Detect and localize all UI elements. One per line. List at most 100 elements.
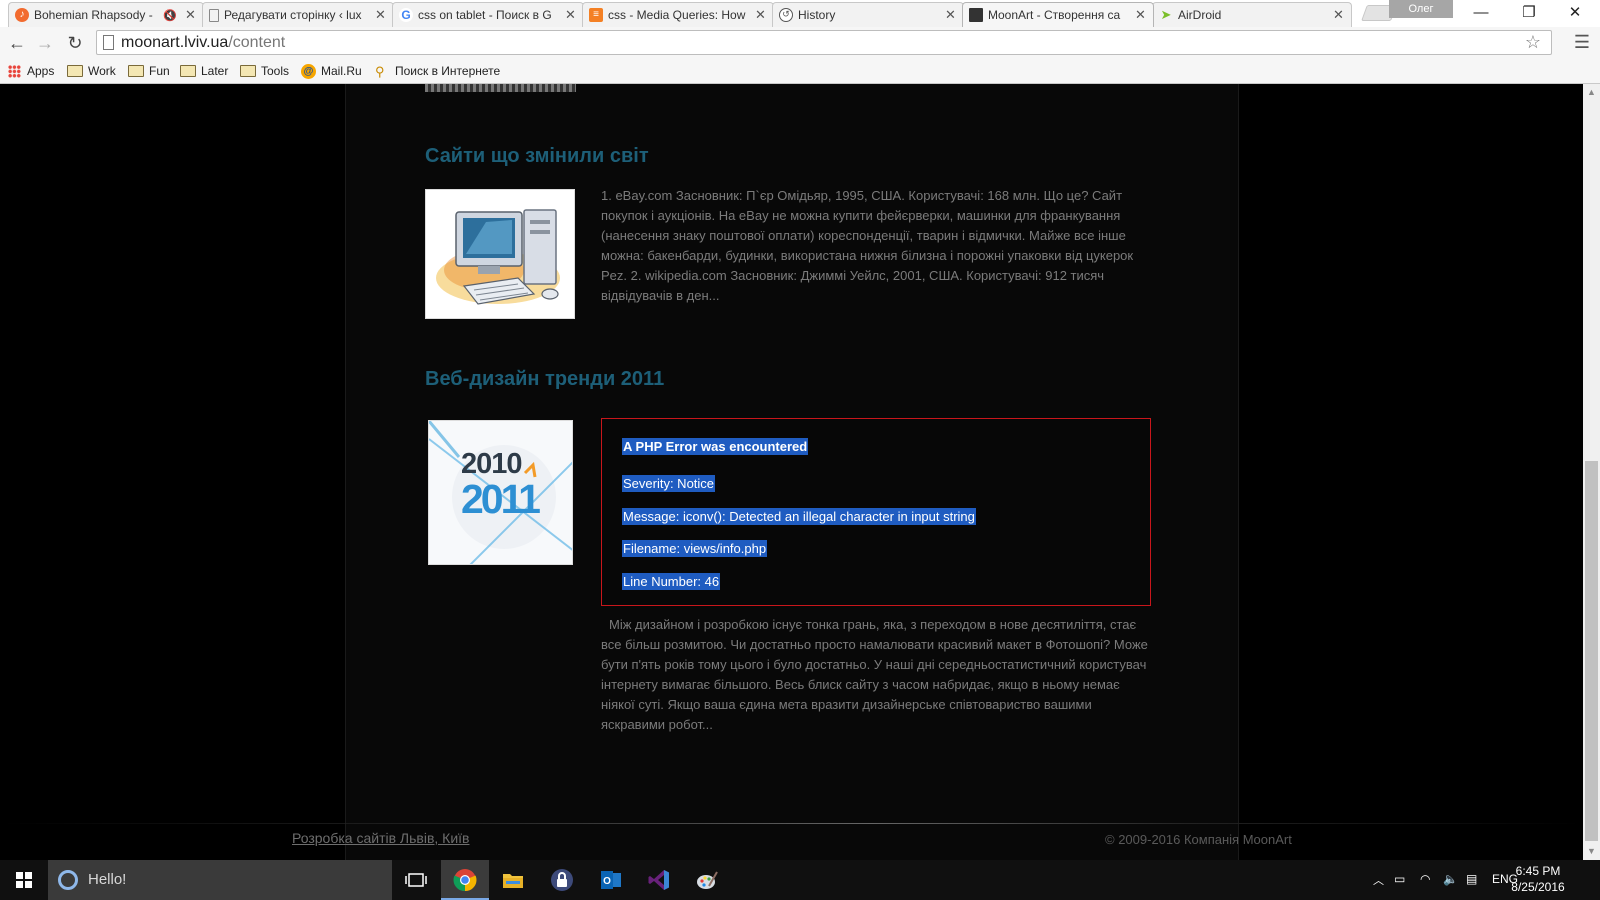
taskbar-file-explorer[interactable] xyxy=(489,860,537,900)
php-error-filename: Filename: views/info.php xyxy=(622,540,768,557)
bookmark-work[interactable]: Work xyxy=(67,61,116,81)
restore-icon[interactable]: ❐ xyxy=(1506,0,1552,26)
article-title[interactable]: Веб-дизайн тренди 2011 xyxy=(425,368,664,391)
tab-google-search[interactable]: G css on tablet - Поиск в G ✕ xyxy=(392,2,584,27)
browser-toolbar: ← → ↻ moonart.lviv.ua/content ☆ ☰ xyxy=(0,27,1600,58)
close-icon[interactable]: ✕ xyxy=(755,7,767,23)
bookmark-later[interactable]: Later xyxy=(180,61,228,81)
taskbar-paint-app[interactable] xyxy=(683,860,731,900)
previous-article-image[interactable] xyxy=(425,84,576,92)
footer-link-web-development[interactable]: Розробка сайтів Львів, Київ xyxy=(292,830,469,846)
article-title[interactable]: Сайти що змінили світ xyxy=(425,145,649,168)
system-clock[interactable]: 6:45 PM 8/25/2016 xyxy=(1508,863,1568,895)
scrollbar-thumb[interactable] xyxy=(1585,461,1598,841)
clock-date: 8/25/2016 xyxy=(1511,880,1565,894)
google-icon: G xyxy=(399,8,413,22)
bookmark-fun[interactable]: Fun xyxy=(128,61,170,81)
url-path: /content xyxy=(228,34,286,51)
php-error-line-number: Line Number: 46 xyxy=(622,573,721,590)
folder-icon xyxy=(503,874,523,888)
muted-speaker-icon[interactable]: 🔇 xyxy=(163,9,177,22)
tab-history[interactable]: ↺ History ✕ xyxy=(772,2,964,27)
show-hidden-icons[interactable]: ︿ xyxy=(1373,872,1384,888)
cortana-search-box[interactable]: Hello! xyxy=(48,860,392,900)
minimize-icon[interactable]: — xyxy=(1458,0,1504,26)
music-icon: ♪ xyxy=(15,8,29,22)
cortana-icon xyxy=(58,870,78,890)
bookmark-tools[interactable]: Tools xyxy=(240,61,289,81)
bookmark-label: Later xyxy=(201,64,229,78)
close-icon[interactable]: ✕ xyxy=(375,7,387,23)
start-button[interactable] xyxy=(0,860,48,900)
wifi-icon[interactable]: ◠ xyxy=(1420,872,1430,886)
bookmark-label: Fun xyxy=(149,64,170,78)
bookmark-label: Work xyxy=(88,64,116,78)
device-icon[interactable]: ▭ xyxy=(1394,872,1405,886)
action-center-icon[interactable]: ▤ xyxy=(1466,872,1477,886)
page-info-icon[interactable] xyxy=(103,35,114,50)
task-view-button[interactable] xyxy=(392,860,440,900)
tab-bohemian-rhapsody[interactable]: ♪ Bohemian Rhapsody - 🔇 ✕ xyxy=(8,2,204,27)
tab-title: css - Media Queries: How xyxy=(608,8,746,22)
stackoverflow-icon: ≡ xyxy=(589,8,603,22)
windows-logo-icon xyxy=(16,872,32,888)
close-window-icon[interactable]: ✕ xyxy=(1552,0,1598,26)
moonart-icon xyxy=(969,8,983,22)
taskbar-visual-studio[interactable] xyxy=(635,860,683,900)
bookmark-label: Apps xyxy=(27,64,55,78)
close-icon[interactable]: ✕ xyxy=(565,7,577,23)
apps-grid-icon xyxy=(8,64,21,78)
page-viewport: Сайти що змінили світ 1. eBay.com Заснов… xyxy=(0,84,1583,860)
tab-title: AirDroid xyxy=(1178,8,1222,22)
article-excerpt: 1. eBay.com Засновник: П`єр Омідьяр, 199… xyxy=(601,188,1134,303)
outlook-icon: O xyxy=(601,871,621,889)
back-icon[interactable]: ← xyxy=(4,30,30,56)
profile-button[interactable]: Олег xyxy=(1389,0,1453,18)
bookmark-label: Mail.Ru xyxy=(321,64,362,78)
php-error-box: A PHP Error was encountered Severity: No… xyxy=(601,418,1151,606)
clock-time: 6:45 PM xyxy=(1515,864,1561,878)
bookmark-apps[interactable]: Apps xyxy=(8,61,54,81)
close-icon[interactable]: ✕ xyxy=(1333,7,1345,23)
bookmark-label: Tools xyxy=(261,64,290,78)
tab-moonart[interactable]: MoonArt - Створення са ✕ xyxy=(962,2,1154,27)
cortana-search-text: Hello! xyxy=(88,871,127,888)
close-icon[interactable]: ✕ xyxy=(185,7,197,23)
bookmark-star-icon[interactable]: ☆ xyxy=(1525,32,1541,53)
tab-edit-page[interactable]: Редагувати сторінку ‹ lux ✕ xyxy=(202,2,394,27)
taskbar-outlook[interactable]: O xyxy=(587,860,635,900)
article-thumbnail-computer[interactable] xyxy=(425,189,575,319)
php-error-severity: Severity: Notice xyxy=(622,475,716,492)
visual-studio-icon xyxy=(648,870,669,890)
php-error-heading: A PHP Error was encountered xyxy=(622,438,809,455)
page-scrollbar[interactable]: ▲ ▼ xyxy=(1583,84,1600,860)
forward-icon[interactable]: → xyxy=(32,30,58,56)
mailru-icon: @ xyxy=(301,63,316,79)
url-host: moonart.lviv.ua xyxy=(121,34,229,51)
folder-icon xyxy=(67,65,83,77)
scroll-down-icon[interactable]: ▼ xyxy=(1583,843,1600,860)
task-view-icon xyxy=(405,873,427,887)
tab-title: css on tablet - Поиск в G xyxy=(418,8,552,22)
reload-icon[interactable]: ↻ xyxy=(62,30,88,56)
tab-stackoverflow[interactable]: ≡ css - Media Queries: How ✕ xyxy=(582,2,774,27)
taskbar-chrome[interactable] xyxy=(441,860,489,900)
scroll-up-icon[interactable]: ▲ xyxy=(1583,84,1600,101)
tab-title: History xyxy=(798,8,836,22)
tab-airdroid[interactable]: ➤ AirDroid ✕ xyxy=(1152,2,1352,27)
taskbar-vpn-app[interactable] xyxy=(538,860,586,900)
airdroid-icon: ➤ xyxy=(1160,7,1172,22)
php-error-message: Message: iconv(): Detected an illegal ch… xyxy=(622,508,976,525)
speaker-muted-icon[interactable]: 🔈 xyxy=(1443,872,1458,886)
chrome-icon xyxy=(453,869,477,892)
folder-icon xyxy=(240,65,256,77)
bookmark-mailru[interactable]: @ Mail.Ru xyxy=(301,61,362,81)
article-thumbnail-2010-2011[interactable]: 2010 2011 xyxy=(428,420,573,565)
address-bar[interactable]: moonart.lviv.ua/content ☆ xyxy=(96,30,1552,55)
url-text[interactable]: moonart.lviv.ua/content xyxy=(121,34,285,52)
close-icon[interactable]: ✕ xyxy=(945,7,957,23)
close-icon[interactable]: ✕ xyxy=(1135,7,1147,23)
bookmark-search[interactable]: ⚲ Поиск в Интернете xyxy=(375,61,500,81)
folder-icon xyxy=(180,65,196,77)
chrome-menu-icon[interactable]: ☰ xyxy=(1572,32,1592,54)
